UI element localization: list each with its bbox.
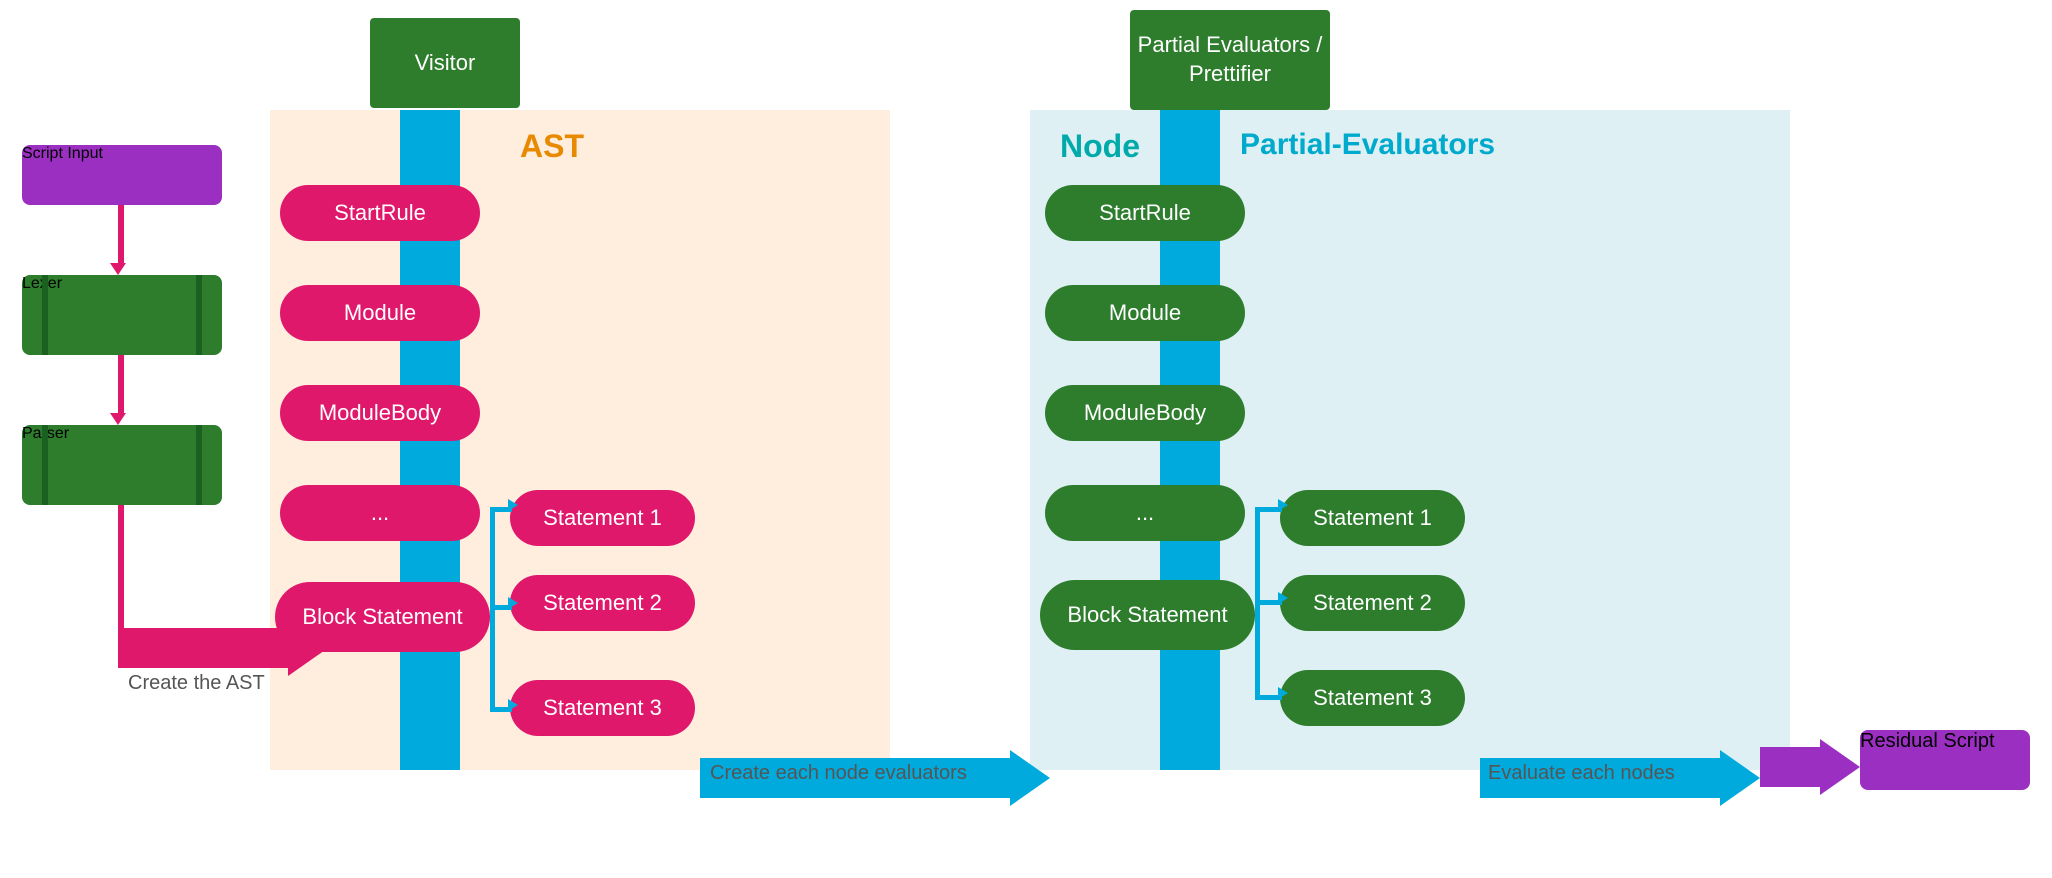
- node-statement1: Statement 1: [1280, 490, 1465, 546]
- ast-statement3: Statement 3: [510, 680, 695, 736]
- lexer-line2: [196, 275, 202, 355]
- create-evaluators-label: Create each node evaluators: [710, 762, 967, 785]
- script-input-label: Script Input: [22, 145, 103, 162]
- arr-dots-bs2: [1191, 541, 1197, 581]
- node-statement2: Statement 2: [1280, 575, 1465, 631]
- arrow-lexer-parser: [118, 355, 124, 415]
- ah-nbs-s2: [1278, 592, 1288, 604]
- residual-script-label: Residual Script: [1860, 730, 1995, 752]
- parser-line1: [42, 425, 48, 505]
- parser-node: Parser: [22, 425, 222, 505]
- arr-modb-dots1: [426, 441, 432, 481]
- create-evaluators-head: [1010, 750, 1050, 806]
- node-block-statement: Block Statement: [1040, 580, 1255, 650]
- arrowhead-lexer-parser: [110, 413, 126, 425]
- arrow-parser-down: [118, 505, 124, 635]
- partial-evaluators-box: Partial Evaluators / Prettifier: [1130, 10, 1330, 110]
- ast-dots: ...: [280, 485, 480, 541]
- lexer-line1: [42, 275, 48, 355]
- evaluate-nodes-label: Evaluate each nodes: [1488, 762, 1675, 785]
- visitor-label: Visitor: [415, 50, 476, 76]
- arrowhead-script-lexer: [110, 263, 126, 275]
- ast-start-rule: StartRule: [280, 185, 480, 241]
- ast-statement2: Statement 2: [510, 575, 695, 631]
- residual-head: [1820, 739, 1860, 795]
- arr-modb-dots2: [1191, 441, 1197, 481]
- script-input-node: Script Input: [22, 145, 222, 205]
- create-ast-label: Create the AST: [128, 672, 265, 695]
- parser-line2: [196, 425, 202, 505]
- ast-block-statement: Block Statement: [275, 582, 490, 652]
- ast-label: AST: [520, 128, 584, 165]
- partial-evaluators-section-label: Partial-Evaluators: [1240, 128, 1495, 162]
- ah-bs-s2: [508, 597, 518, 609]
- ast-statement1: Statement 1: [510, 490, 695, 546]
- arr-mod-modb1: [426, 341, 432, 381]
- node-statement3: Statement 3: [1280, 670, 1465, 726]
- residual-script-node: Residual Script: [1860, 730, 2030, 790]
- lexer-node: Lexer: [22, 275, 222, 355]
- arr-mod-modb2: [1191, 341, 1197, 381]
- ah-bs-s1: [508, 499, 518, 511]
- create-ast-body: [118, 628, 288, 668]
- ah-nbs-s3: [1278, 687, 1288, 699]
- ah-nbs-s1: [1278, 499, 1288, 511]
- arr-dots-bs1: [426, 541, 432, 581]
- arr-sr-mod2: [1191, 241, 1197, 281]
- arr-nbs-s1-v: [1255, 507, 1260, 612]
- arrow-script-lexer: [118, 205, 124, 265]
- ast-module: Module: [280, 285, 480, 341]
- ah-bs-s3: [508, 699, 518, 711]
- residual-script-arrow: [1760, 739, 1860, 795]
- arr-nbs-s3-v: [1255, 600, 1260, 697]
- node-module: Module: [1045, 285, 1245, 341]
- node-module-body: ModuleBody: [1045, 385, 1245, 441]
- residual-body: [1760, 747, 1820, 787]
- visitor-box: Visitor: [370, 18, 520, 108]
- node-label: Node: [1060, 128, 1140, 165]
- node-start-rule: StartRule: [1045, 185, 1245, 241]
- arr-sr-mod1: [426, 241, 432, 281]
- ast-module-body: ModuleBody: [280, 385, 480, 441]
- partial-evaluators-label: Partial Evaluators / Prettifier: [1138, 31, 1323, 88]
- diagram: Visitor Partial Evaluators / Prettifier …: [0, 0, 2052, 878]
- evaluate-nodes-head: [1720, 750, 1760, 806]
- node-dots: ...: [1045, 485, 1245, 541]
- arr-bs-s3-v: [490, 605, 495, 710]
